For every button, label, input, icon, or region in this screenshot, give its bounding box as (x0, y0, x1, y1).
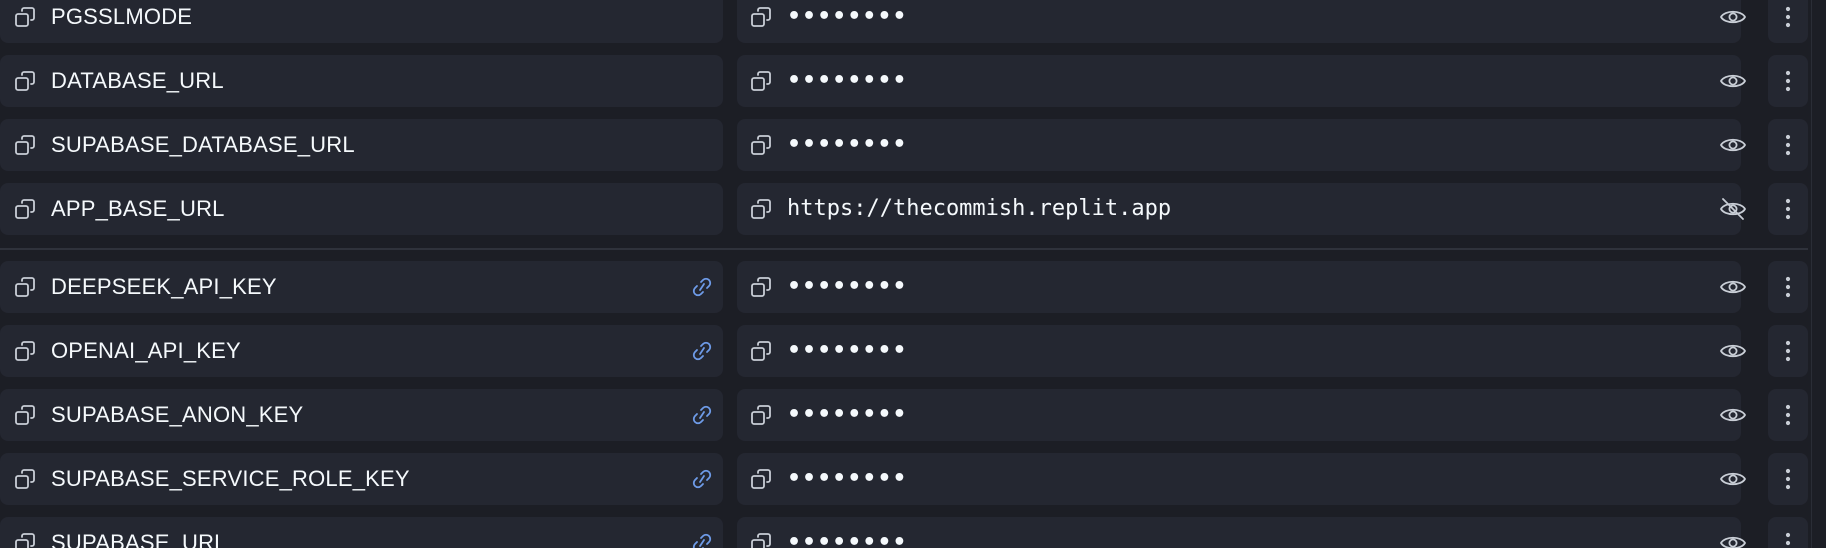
copy-icon[interactable] (750, 6, 772, 28)
secret-value-masked: •••••••• (787, 466, 908, 491)
copy-icon[interactable] (14, 70, 36, 92)
secret-value-masked: •••••••• (787, 4, 908, 29)
more-options-icon[interactable] (1780, 466, 1796, 492)
eye-icon[interactable] (1719, 132, 1747, 158)
copy-icon[interactable] (14, 404, 36, 426)
more-options-icon[interactable] (1780, 196, 1796, 222)
eye-icon[interactable] (1719, 530, 1747, 548)
secret-key-field[interactable]: SUPABASE_DATABASE_URL (0, 119, 723, 171)
copy-icon[interactable] (750, 198, 772, 220)
copy-icon[interactable] (750, 532, 772, 548)
row-menu-button[interactable] (1768, 517, 1808, 548)
secret-value-field[interactable]: •••••••• (737, 261, 1746, 313)
row-menu-button[interactable] (1768, 453, 1808, 505)
copy-icon[interactable] (14, 6, 36, 28)
secret-key-field[interactable]: SUPABASE_ANON_KEY (0, 389, 723, 441)
secret-key-field[interactable]: SUPABASE_SERVICE_ROLE_KEY (0, 453, 723, 505)
secret-value-field[interactable]: •••••••• (737, 389, 1746, 441)
copy-icon[interactable] (750, 276, 772, 298)
secret-key-label: SUPABASE_DATABASE_URL (51, 132, 355, 157)
secret-key-label: DEEPSEEK_API_KEY (51, 274, 277, 299)
secret-key-label: APP_BASE_URL (51, 196, 225, 221)
more-options-icon[interactable] (1780, 68, 1796, 94)
secret-key-field[interactable]: OPENAI_API_KEY (0, 325, 723, 377)
secret-value-masked: •••••••• (787, 530, 908, 548)
row-menu-button[interactable] (1768, 183, 1808, 235)
row-menu-button[interactable] (1768, 0, 1808, 43)
secret-key-label: SUPABASE_ANON_KEY (51, 402, 304, 427)
secret-row: PGSSLMODE •••••••• (0, 0, 1826, 43)
secret-value-masked: •••••••• (787, 132, 908, 157)
secret-value-field[interactable]: •••••••• (737, 0, 1746, 43)
secret-key-field[interactable]: PGSSLMODE (0, 0, 723, 43)
secret-value-field[interactable]: •••••••• (737, 119, 1746, 171)
copy-icon[interactable] (14, 340, 36, 362)
copy-icon[interactable] (750, 134, 772, 156)
copy-icon[interactable] (750, 404, 772, 426)
secret-key-label: OPENAI_API_KEY (51, 338, 241, 363)
secret-value-masked: •••••••• (787, 274, 908, 299)
link-icon[interactable] (690, 276, 714, 298)
group-divider (0, 248, 1808, 250)
eye-off-icon[interactable] (1719, 196, 1747, 222)
secret-value-masked: •••••••• (787, 68, 908, 93)
copy-icon[interactable] (14, 134, 36, 156)
eye-icon[interactable] (1719, 338, 1747, 364)
secret-key-label: PGSSLMODE (51, 4, 193, 29)
secret-row: SUPABASE_ANON_KEY •••••••• (0, 389, 1826, 441)
eye-icon[interactable] (1719, 68, 1747, 94)
row-menu-button[interactable] (1768, 389, 1808, 441)
secret-row: SUPABASE_SERVICE_ROLE_KEY •••••••• (0, 453, 1826, 505)
secret-row: APP_BASE_URL https://thecommish.replit.ap… (0, 183, 1826, 235)
secret-value-masked: •••••••• (787, 338, 908, 363)
secret-value-masked: •••••••• (787, 402, 908, 427)
secret-key-field[interactable]: APP_BASE_URL (0, 183, 723, 235)
secret-value-field[interactable]: •••••••• (737, 453, 1746, 505)
copy-icon[interactable] (14, 532, 36, 548)
row-menu-button[interactable] (1768, 119, 1808, 171)
eye-icon[interactable] (1719, 4, 1747, 30)
secret-row: SUPABASE_URL •••••••• (0, 517, 1826, 548)
copy-icon[interactable] (750, 70, 772, 92)
link-icon[interactable] (690, 468, 714, 490)
link-icon[interactable] (690, 340, 714, 362)
secret-key-label: DATABASE_URL (51, 68, 224, 93)
secret-row: DATABASE_URL •••••••• (0, 55, 1826, 107)
copy-icon[interactable] (14, 468, 36, 490)
eye-icon[interactable] (1719, 402, 1747, 428)
secret-row: DEEPSEEK_API_KEY •••••••• (0, 261, 1826, 313)
secret-key-field[interactable]: SUPABASE_URL (0, 517, 723, 548)
copy-icon[interactable] (750, 340, 772, 362)
secret-key-field[interactable]: DATABASE_URL (0, 55, 723, 107)
link-icon[interactable] (690, 404, 714, 426)
secret-row: OPENAI_API_KEY •••••••• (0, 325, 1826, 377)
more-options-icon[interactable] (1780, 4, 1796, 30)
secret-value-field[interactable]: https://thecommish.replit.app (737, 183, 1746, 235)
secret-value-text: https://thecommish.replit.app (787, 196, 1172, 221)
row-menu-button[interactable] (1768, 325, 1808, 377)
more-options-icon[interactable] (1780, 274, 1796, 300)
secret-key-label: SUPABASE_URL (51, 530, 227, 548)
more-options-icon[interactable] (1780, 530, 1796, 548)
secret-row: SUPABASE_DATABASE_URL •••••••• (0, 119, 1826, 171)
more-options-icon[interactable] (1780, 132, 1796, 158)
copy-icon[interactable] (14, 198, 36, 220)
row-menu-button[interactable] (1768, 261, 1808, 313)
more-options-icon[interactable] (1780, 338, 1796, 364)
secret-value-field[interactable]: •••••••• (737, 517, 1746, 548)
link-icon[interactable] (690, 532, 714, 548)
secrets-list: PGSSLMODE •••••••• DATABASE_URL •••••••• SUP… (0, 0, 1826, 548)
secret-value-field[interactable]: •••••••• (737, 325, 1746, 377)
copy-icon[interactable] (14, 276, 36, 298)
row-menu-button[interactable] (1768, 55, 1808, 107)
secret-key-label: SUPABASE_SERVICE_ROLE_KEY (51, 466, 410, 491)
secret-key-field[interactable]: DEEPSEEK_API_KEY (0, 261, 723, 313)
secret-value-field[interactable]: •••••••• (737, 55, 1746, 107)
eye-icon[interactable] (1719, 274, 1747, 300)
eye-icon[interactable] (1719, 466, 1747, 492)
copy-icon[interactable] (750, 468, 772, 490)
more-options-icon[interactable] (1780, 402, 1796, 428)
